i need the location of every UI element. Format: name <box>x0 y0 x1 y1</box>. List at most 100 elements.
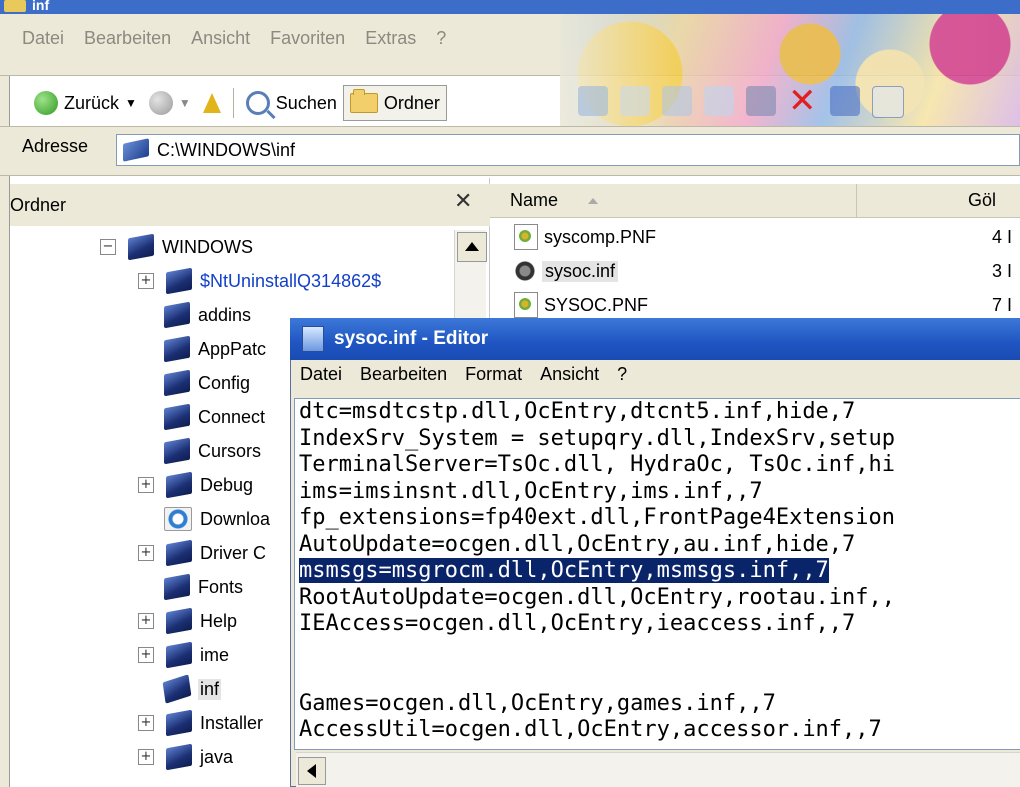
folder-icon <box>164 335 190 363</box>
copy-to-icon[interactable] <box>620 86 650 116</box>
forward-button[interactable]: ▼ <box>143 86 197 120</box>
text-line <box>295 638 1020 665</box>
editor-menu-bearbeiten[interactable]: Bearbeiten <box>360 364 447 385</box>
tree-label: Help <box>200 610 238 631</box>
menu-help[interactable]: ? <box>436 28 446 64</box>
text-line: IEAccess=ocgen.dll,OcEntry,ieaccess.inf,… <box>299 611 856 636</box>
explorer-menu: Datei Bearbeiten Ansicht Favoriten Extra… <box>22 28 466 64</box>
views-icon[interactable] <box>872 86 904 118</box>
expand-icon[interactable]: + <box>138 477 154 493</box>
tree-label: java <box>200 746 234 767</box>
back-arrow-icon <box>34 91 58 115</box>
sort-ascending-icon <box>588 198 598 204</box>
editor-menu-datei[interactable]: Datei <box>300 364 342 385</box>
editor-text-area[interactable]: dtc=msdtcstp.dll,OcEntry,dtcnt5.inf,hide… <box>294 398 1020 750</box>
selected-text: msmsgs=msgrocm.dll,OcEntry,msmsgs.inf,,7 <box>299 558 829 583</box>
expand-icon[interactable]: + <box>138 613 154 629</box>
chevron-down-icon[interactable]: ▼ <box>125 96 137 110</box>
menu-extras[interactable]: Extras <box>365 28 416 64</box>
text-line: dtc=msdtcstp.dll,OcEntry,dtcnt5.inf,hide… <box>299 399 856 424</box>
no-expander <box>138 342 152 356</box>
no-expander <box>138 682 152 696</box>
up-folder-button[interactable] <box>197 86 227 120</box>
copy-icon[interactable] <box>662 86 692 116</box>
folder-icon <box>164 403 190 431</box>
editor-title-bar[interactable]: sysoc.inf - Editor <box>290 318 1020 360</box>
editor-title: sysoc.inf - Editor <box>334 328 489 349</box>
up-arrow-icon <box>202 93 221 113</box>
pnf-file-icon <box>514 224 538 250</box>
expand-icon[interactable]: + <box>138 715 154 731</box>
move-to-icon[interactable] <box>578 86 608 116</box>
folders-label: Ordner <box>383 92 440 113</box>
expand-icon[interactable]: + <box>138 273 154 289</box>
editor-horizontal-scrollbar[interactable] <box>296 752 1020 787</box>
menu-bearbeiten[interactable]: Bearbeiten <box>84 28 171 64</box>
tree-label: Downloa <box>200 508 271 529</box>
file-size: 3 I <box>991 260 1012 281</box>
tree-label: Config <box>198 372 251 393</box>
address-value: C:\WINDOWS\inf <box>157 139 295 160</box>
folder-icon <box>164 301 190 329</box>
tree-label: Connect <box>198 406 266 427</box>
window-title: inf <box>32 0 50 13</box>
column-divider[interactable] <box>856 184 857 218</box>
undo-icon[interactable] <box>830 86 860 116</box>
folder-icon <box>4 0 26 12</box>
tree-label: Fonts <box>198 576 244 597</box>
folders-button[interactable]: Ordner <box>342 85 447 121</box>
tree-label: ime <box>200 644 230 665</box>
no-expander <box>138 410 152 424</box>
tree-label: Cursors <box>198 440 262 461</box>
file-row[interactable]: syscomp.PNF 4 I <box>496 220 1016 254</box>
menu-ansicht[interactable]: Ansicht <box>191 28 250 64</box>
expand-icon[interactable]: + <box>138 647 154 663</box>
delete-icon[interactable]: ✕ <box>788 84 818 118</box>
tree-row-windows[interactable]: − WINDOWS <box>100 230 253 264</box>
folder-icon <box>166 607 192 635</box>
text-line-selected: msmsgs=msgrocm.dll,OcEntry,msmsgs.inf,,7 <box>295 558 1020 585</box>
menu-datei[interactable]: Datei <box>22 28 64 64</box>
expand-icon[interactable]: + <box>138 545 154 561</box>
folder-panel-title: Ordner <box>10 194 67 215</box>
file-size: 7 I <box>991 294 1012 315</box>
menu-favoriten[interactable]: Favoriten <box>270 28 345 64</box>
no-expander <box>138 376 152 390</box>
scroll-up-button[interactable] <box>457 232 487 262</box>
explorer-title-bar: inf <box>0 0 1020 14</box>
folder-icon <box>164 369 190 397</box>
file-row[interactable]: SYSOC.PNF 7 I <box>496 288 1016 322</box>
properties-icon[interactable] <box>746 86 776 116</box>
text-line: RootAutoUpdate=ocgen.dll,OcEntry,rootau.… <box>299 584 896 610</box>
file-name: SYSOC.PNF <box>544 294 649 315</box>
scroll-left-button[interactable] <box>298 757 326 785</box>
folder-icon <box>164 573 190 601</box>
editor-menu-format[interactable]: Format <box>465 364 522 385</box>
expand-icon[interactable]: + <box>138 749 154 765</box>
no-expander <box>138 444 152 458</box>
no-expander <box>138 512 152 526</box>
paste-icon[interactable] <box>704 86 734 116</box>
column-header-size[interactable]: Göl <box>968 190 996 211</box>
column-header-name[interactable]: Name <box>510 190 558 211</box>
editor-menu-ansicht[interactable]: Ansicht <box>540 364 599 385</box>
folder-icon <box>166 743 192 771</box>
toolbar-separator <box>232 88 234 118</box>
editor-menubar: Datei Bearbeiten Format Ansicht ? <box>300 364 627 385</box>
chevron-down-icon[interactable]: ▼ <box>179 96 191 110</box>
tree-label: WINDOWS <box>162 236 253 257</box>
folder-icon <box>166 709 192 737</box>
windows-folder-icon <box>128 233 154 261</box>
editor-menu-help[interactable]: ? <box>617 364 627 385</box>
close-icon[interactable]: ✕ <box>454 188 472 214</box>
file-name: syscomp.PNF <box>544 226 657 247</box>
text-line: Games=ocgen.dll,OcEntry,games.inf,,7 <box>299 690 776 716</box>
collapse-icon[interactable]: − <box>100 239 116 255</box>
back-button[interactable]: Zurück ▼ <box>28 86 143 120</box>
file-row-selected[interactable]: sysoc.inf 3 I <box>496 254 1016 288</box>
address-input[interactable]: C:\WINDOWS\inf <box>116 134 1020 166</box>
search-button[interactable]: Suchen <box>240 86 343 120</box>
tree-row[interactable]: + $NtUninstallQ314862$ <box>138 264 381 298</box>
tree-label: inf <box>198 678 222 700</box>
folder-icon <box>166 267 192 295</box>
